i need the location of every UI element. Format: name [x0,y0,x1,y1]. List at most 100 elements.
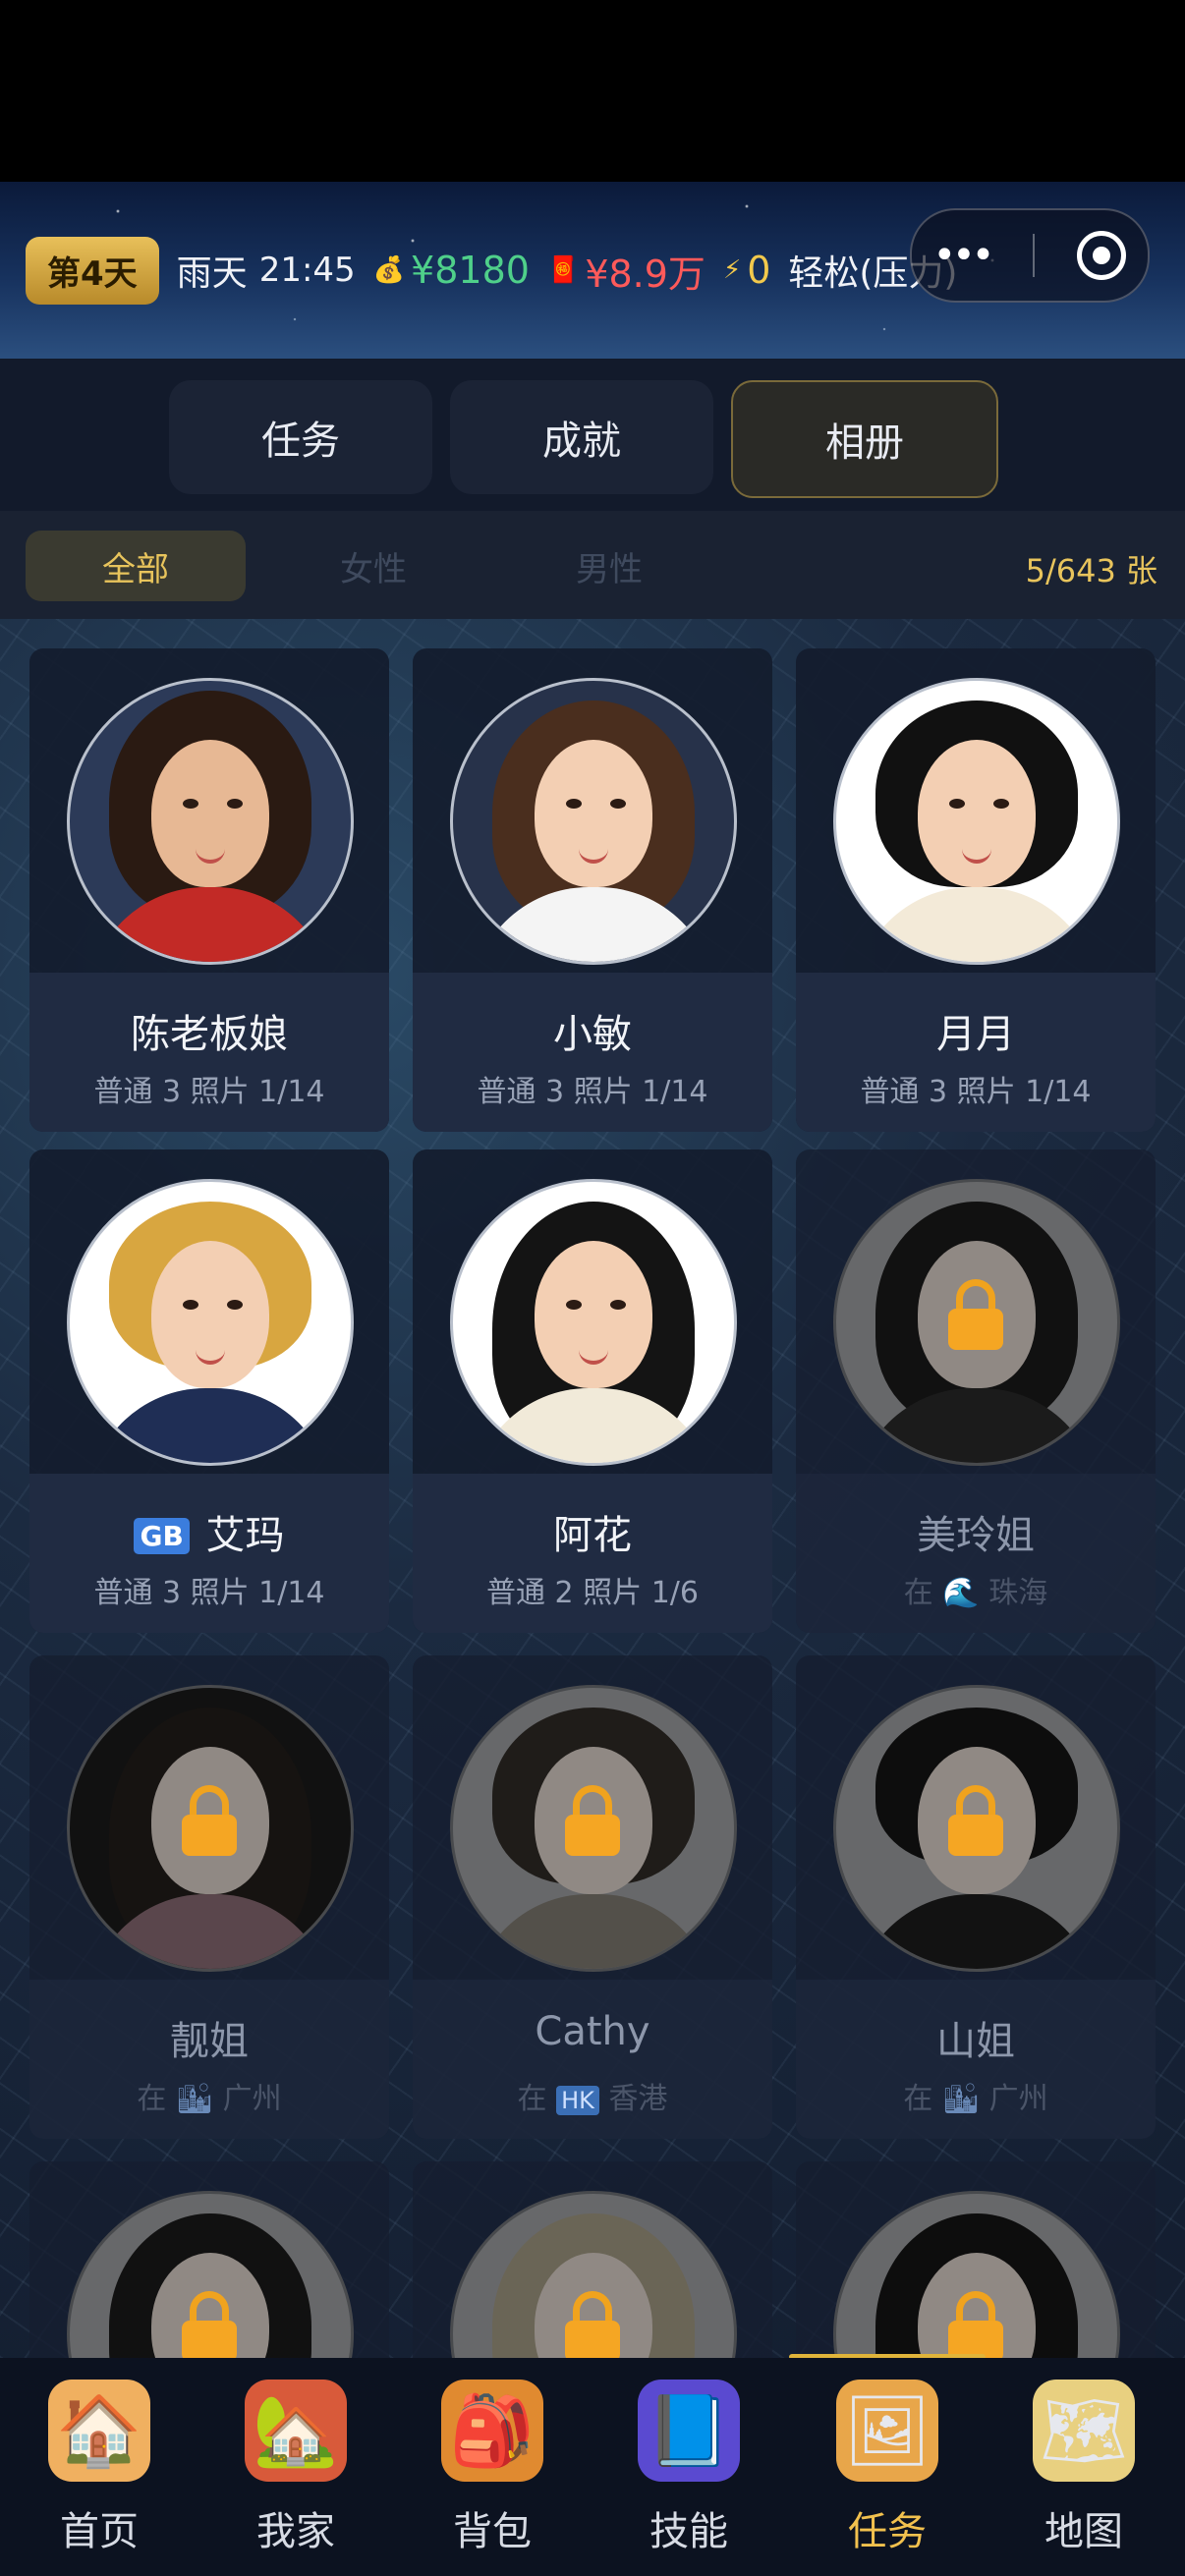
character-card-locked[interactable] [29,2161,389,2358]
lock-icon [182,1785,237,1856]
energy-value: 0 [747,249,771,292]
character-meta: 普通 2 照片 1/6 [486,1576,699,1610]
weather-label: 雨天 [176,253,248,294]
close-target-icon[interactable] [1077,231,1127,280]
character-card-locked[interactable]: Cathy 在 HK 香港 [413,1655,772,2139]
character-location: 在 HK 香港 [413,2074,772,2117]
character-name: GB 艾玛 [29,1503,389,1560]
location-prefix: 在 [137,2082,167,2116]
portrait-clothes [471,887,716,962]
character-card[interactable]: 陈老板娘 普通 3 照片 1/14 [29,648,389,1132]
character-card-locked[interactable]: 美玲姐 在 🌊 珠海 [796,1149,1156,1633]
nav-label: 首页 [60,2509,139,2554]
filter-bar: 全部 女性 男性 5/643 张 [0,511,1185,619]
location-prefix: 在 [903,2082,933,2116]
portrait-face [918,740,1036,887]
nav-my-home[interactable]: 🏡 我家 [198,2380,394,2566]
lock-icon [565,2291,620,2358]
character-name: 陈老板娘 [131,1012,288,1057]
miniprogram-capsule: ••• [910,208,1150,303]
tab-tasks[interactable]: 任务 [169,380,432,494]
portrait-face [151,1241,269,1388]
home-icon: 🏡 [245,2380,347,2482]
character-card-locked[interactable] [796,2161,1156,2358]
character-location: 在 🏙 广州 [796,2074,1156,2117]
filter-all[interactable]: 全部 [26,531,246,601]
photo-album-icon: 🖼 [836,2380,938,2482]
house-icon: 🏠 [48,2380,150,2482]
money-stat: 💰 ¥8180 [373,249,530,292]
city-building-icon: 🏙 [175,2082,214,2116]
nav-backpack[interactable]: 🎒 背包 [394,2380,591,2566]
map-icon: 🗺 [1033,2380,1135,2482]
character-name: 靓姐 [170,2019,249,2064]
filter-male[interactable]: 男性 [499,531,719,601]
character-name: 阿花 [553,1513,632,1558]
portrait-clothes [854,1388,1100,1463]
backpack-icon: 🎒 [441,2380,543,2482]
portrait-face [535,1241,652,1388]
city-building-icon: 🏙 [941,2082,981,2116]
avatar [67,678,354,965]
nav-skills[interactable]: 📘 技能 [591,2380,787,2566]
nav-label: 技能 [649,2509,728,2554]
portrait-clothes [471,1894,716,1969]
character-location: 在 🏙 广州 [29,2074,389,2117]
character-meta: 普通 3 照片 1/14 [93,1075,325,1109]
time-label: 21:45 [258,251,356,290]
status-bar: 第4天 雨天 21:45 💰 ¥8180 🧧 ¥8.9万 ⚡ 0 轻松(压力) [26,236,957,305]
capsule-divider [1033,234,1036,277]
tab-achievements[interactable]: 成就 [450,380,713,494]
filter-female[interactable]: 女性 [263,531,483,601]
character-card-locked[interactable] [413,2161,772,2358]
location-name: 珠海 [988,1576,1048,1610]
character-card[interactable]: 阿花 普通 2 照片 1/6 [413,1149,772,1633]
lock-icon [565,1785,620,1856]
character-card-locked[interactable]: 山姐 在 🏙 广州 [796,1655,1156,2139]
character-name: 月月 [936,1012,1015,1057]
character-card[interactable]: 月月 普通 3 照片 1/14 [796,648,1156,1132]
money-value: ¥8180 [411,249,530,292]
character-location: 在 🌊 珠海 [796,1568,1156,1611]
energy-stat: ⚡ 0 [723,249,770,292]
avatar [450,1179,737,1466]
nav-home[interactable]: 🏠 首页 [1,2380,198,2566]
nav-tasks[interactable]: 🖼 任务 [789,2380,986,2566]
character-name-text: 艾玛 [205,1513,285,1558]
gb-flag-badge: GB [134,1518,190,1554]
portrait-face [151,740,269,887]
wave-icon: 🌊 [942,1576,980,1610]
portrait-clothes [854,887,1100,962]
avatar [833,678,1120,965]
character-card[interactable]: GB 艾玛 普通 3 照片 1/14 [29,1149,389,1633]
character-grid: 陈老板娘 普通 3 照片 1/14 小敏 普通 3 照片 1/14 月月 普通 … [0,619,1185,2358]
nav-map[interactable]: 🗺 地图 [986,2380,1182,2566]
avatar [67,1179,354,1466]
lock-icon [948,1785,1003,1856]
tab-album[interactable]: 相册 [731,380,998,498]
nav-label: 任务 [848,2509,927,2554]
debt-stat: 🧧 ¥8.9万 [547,244,705,298]
nav-label: 背包 [453,2509,532,2554]
tab-bar: 任务 成就 相册 [0,359,1185,511]
character-card-locked[interactable]: 靓姐 在 🏙 广州 [29,1655,389,2139]
nav-label: 我家 [256,2509,335,2554]
nav-label: 地图 [1044,2509,1123,2554]
more-dots-icon[interactable]: ••• [933,233,995,278]
location-prefix: 在 [903,1576,933,1610]
photo-count: 5/643 张 [1025,552,1157,589]
character-card[interactable]: 小敏 普通 3 照片 1/14 [413,648,772,1132]
portrait-clothes [87,887,333,962]
lightning-icon: ⚡ [722,255,742,285]
character-name: Cathy [535,2009,650,2054]
skill-book-icon: 📘 [638,2380,740,2482]
portrait-clothes [854,1894,1100,1969]
coin-bag-icon: 💰 [372,255,406,285]
location-name: 广州 [222,2082,282,2116]
character-meta: 普通 3 照片 1/14 [477,1075,708,1109]
debt-value: ¥8.9万 [585,252,705,296]
character-meta: 普通 3 照片 1/14 [860,1075,1092,1109]
location-name: 香港 [608,2082,668,2116]
lock-icon [182,2291,237,2358]
location-prefix: 在 [517,2082,547,2116]
